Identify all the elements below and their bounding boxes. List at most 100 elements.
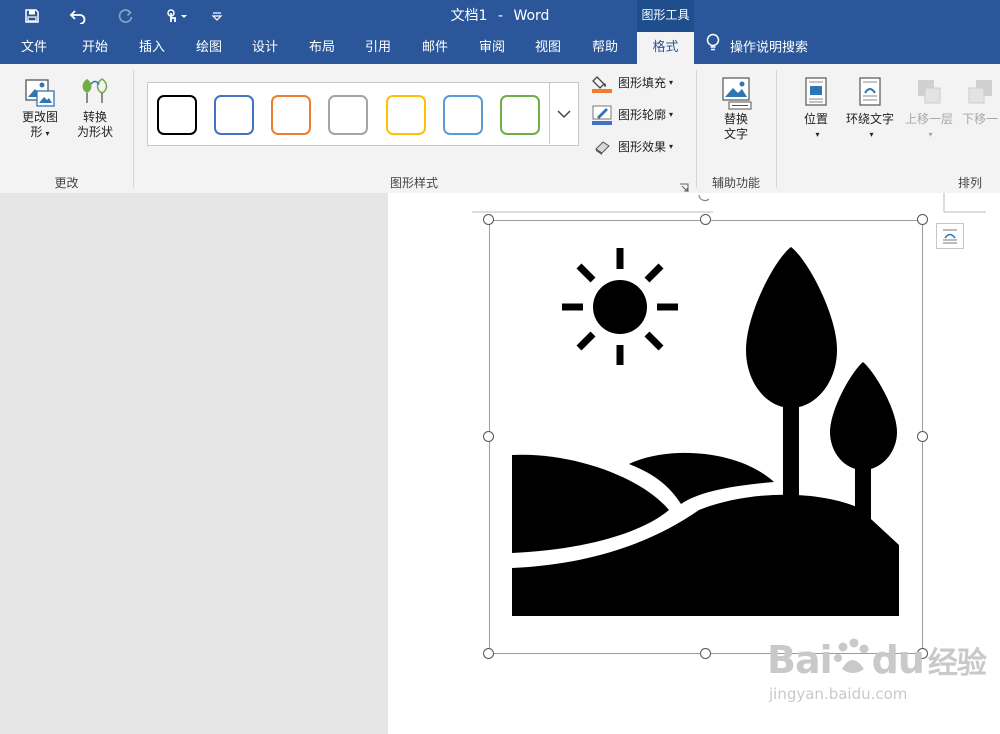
convert-to-shape-label-line2: 为形状 bbox=[76, 125, 113, 139]
customize-qat-icon[interactable] bbox=[206, 0, 228, 32]
tell-me-label: 操作说明搜索 bbox=[730, 40, 809, 56]
rotate-handle-icon[interactable] bbox=[697, 190, 711, 204]
send-backward-icon bbox=[962, 76, 1000, 112]
resize-handle-bottom-left[interactable] bbox=[483, 648, 494, 659]
title-separator: - bbox=[497, 8, 503, 24]
ribbon-tab-bar: 文件 开始 插入 绘图 设计 布局 引用 邮件 审阅 视图 帮助 格式 操作说明… bbox=[0, 32, 1000, 64]
graphics-outline-label: 图形轮廓 bbox=[618, 108, 667, 122]
document-page[interactable]: Bai du 经验 jingyan.baidu.com bbox=[388, 193, 1000, 734]
dropdown-arrow-icon: ▾ bbox=[669, 110, 674, 119]
position-button[interactable]: 位置 ▾ bbox=[795, 76, 837, 142]
graphics-effects-button[interactable]: 图形效果 ▾ bbox=[592, 136, 673, 158]
dropdown-arrow-icon: ▾ bbox=[869, 130, 874, 139]
tab-layout[interactable]: 布局 bbox=[297, 32, 347, 64]
alt-text-label-line1: 替换 bbox=[723, 112, 748, 126]
alt-text-label-line2: 文字 bbox=[723, 127, 748, 141]
document-canvas-gray bbox=[0, 193, 388, 734]
tab-home[interactable]: 开始 bbox=[70, 32, 120, 64]
graphics-effects-label: 图形效果 bbox=[618, 140, 667, 154]
graphics-outline-button[interactable]: 图形轮廓 ▾ bbox=[592, 104, 673, 126]
tab-view[interactable]: 视图 bbox=[523, 32, 573, 64]
selected-graphic[interactable] bbox=[483, 194, 928, 659]
style-swatch-gray[interactable] bbox=[328, 95, 368, 135]
resize-handle-top[interactable] bbox=[700, 214, 711, 225]
ribbon: 更改图 形 ▾ 转换 为形状 更改 图形填充 ▾ 图形轮廓 ▾ 图形效果 ▾ 图… bbox=[0, 64, 1000, 194]
tell-me-search[interactable]: 操作说明搜索 bbox=[706, 32, 826, 64]
change-graphic-button[interactable]: 更改图 形 ▾ bbox=[14, 76, 66, 141]
group-label-arrange: 排列 bbox=[957, 176, 982, 190]
sun-icon bbox=[562, 248, 678, 365]
pen-outline-icon bbox=[592, 105, 612, 125]
paint-bucket-icon bbox=[592, 73, 612, 93]
change-graphic-label-line1: 更改图 bbox=[21, 110, 58, 124]
alt-text-button[interactable]: 替换 文字 bbox=[712, 76, 760, 142]
tab-references[interactable]: 引用 bbox=[353, 32, 403, 64]
lightbulb-icon bbox=[706, 32, 720, 64]
group-label-graphics-styles: 图形样式 bbox=[389, 176, 438, 190]
bring-forward-button[interactable]: 上移一层 ▾ bbox=[902, 76, 956, 142]
layout-options-button[interactable] bbox=[936, 223, 964, 249]
undo-icon[interactable] bbox=[64, 0, 92, 32]
watermark-url: jingyan.baidu.com bbox=[769, 685, 908, 703]
redo-icon[interactable] bbox=[112, 0, 140, 32]
tab-draw[interactable]: 绘图 bbox=[184, 32, 234, 64]
group-divider bbox=[696, 70, 697, 188]
convert-to-shape-icon bbox=[72, 76, 118, 110]
tab-review[interactable]: 审阅 bbox=[467, 32, 517, 64]
chevron-down-icon bbox=[557, 104, 571, 123]
paw-icon bbox=[832, 637, 872, 673]
group-divider bbox=[776, 70, 777, 188]
watermark-brand-end: du bbox=[871, 638, 925, 682]
hills-icon bbox=[512, 452, 899, 616]
tab-insert[interactable]: 插入 bbox=[127, 32, 177, 64]
layout-options-icon bbox=[937, 229, 963, 252]
change-graphic-icon bbox=[14, 76, 66, 110]
dialog-launcher-icon[interactable] bbox=[679, 178, 689, 192]
resize-handle-right[interactable] bbox=[917, 431, 928, 442]
wrap-text-button[interactable]: 环绕文字 ▾ bbox=[842, 76, 898, 142]
tab-design[interactable]: 设计 bbox=[240, 32, 290, 64]
style-swatch-green[interactable] bbox=[500, 95, 540, 135]
style-swatch-blue[interactable] bbox=[214, 95, 254, 135]
watermark-cn: 经验 bbox=[927, 646, 987, 681]
app-name: Word bbox=[513, 8, 550, 24]
document-name: 文档1 bbox=[450, 8, 488, 24]
position-icon bbox=[795, 76, 837, 112]
group-divider bbox=[133, 70, 134, 188]
tab-format[interactable]: 格式 bbox=[637, 32, 694, 64]
style-swatch-black[interactable] bbox=[157, 95, 197, 135]
graphics-styles-gallery bbox=[147, 82, 579, 146]
change-graphic-label-line2: 形 bbox=[30, 125, 43, 139]
resize-handle-left[interactable] bbox=[483, 431, 494, 442]
resize-handle-top-left[interactable] bbox=[483, 214, 494, 225]
position-label: 位置 bbox=[803, 112, 828, 126]
send-backward-label: 下移一 bbox=[962, 112, 999, 126]
bring-forward-icon bbox=[902, 76, 956, 112]
resize-handle-top-right[interactable] bbox=[917, 214, 928, 225]
tab-file[interactable]: 文件 bbox=[10, 32, 58, 64]
wrap-text-icon bbox=[842, 76, 898, 112]
tall-tree-icon bbox=[746, 247, 837, 506]
tab-mailings[interactable]: 邮件 bbox=[410, 32, 460, 64]
save-icon[interactable] bbox=[18, 0, 46, 32]
resize-handle-bottom[interactable] bbox=[700, 648, 711, 659]
style-swatch-orange[interactable] bbox=[271, 95, 311, 135]
dropdown-arrow-icon: ▾ bbox=[45, 129, 50, 138]
graphics-fill-label: 图形填充 bbox=[618, 76, 667, 90]
tab-help[interactable]: 帮助 bbox=[580, 32, 630, 64]
bring-forward-label: 上移一层 bbox=[904, 112, 953, 126]
wrap-text-label: 环绕文字 bbox=[845, 112, 894, 126]
style-swatch-light-blue[interactable] bbox=[443, 95, 483, 135]
group-label-change: 更改 bbox=[54, 176, 79, 190]
window-title: 文档1 - Word bbox=[360, 0, 640, 32]
graphics-fill-button[interactable]: 图形填充 ▾ bbox=[592, 72, 673, 94]
touch-mode-icon[interactable] bbox=[158, 0, 194, 32]
style-swatch-gold[interactable] bbox=[386, 95, 426, 135]
gallery-expand-button[interactable] bbox=[549, 82, 578, 144]
convert-to-shape-button[interactable]: 转换 为形状 bbox=[72, 76, 118, 140]
send-backward-button[interactable]: 下移一 bbox=[962, 76, 1000, 127]
group-label-accessibility: 辅助功能 bbox=[711, 176, 760, 190]
effects-icon bbox=[592, 137, 612, 157]
dropdown-arrow-icon: ▾ bbox=[815, 130, 820, 139]
watermark-brand: Bai bbox=[767, 638, 833, 682]
